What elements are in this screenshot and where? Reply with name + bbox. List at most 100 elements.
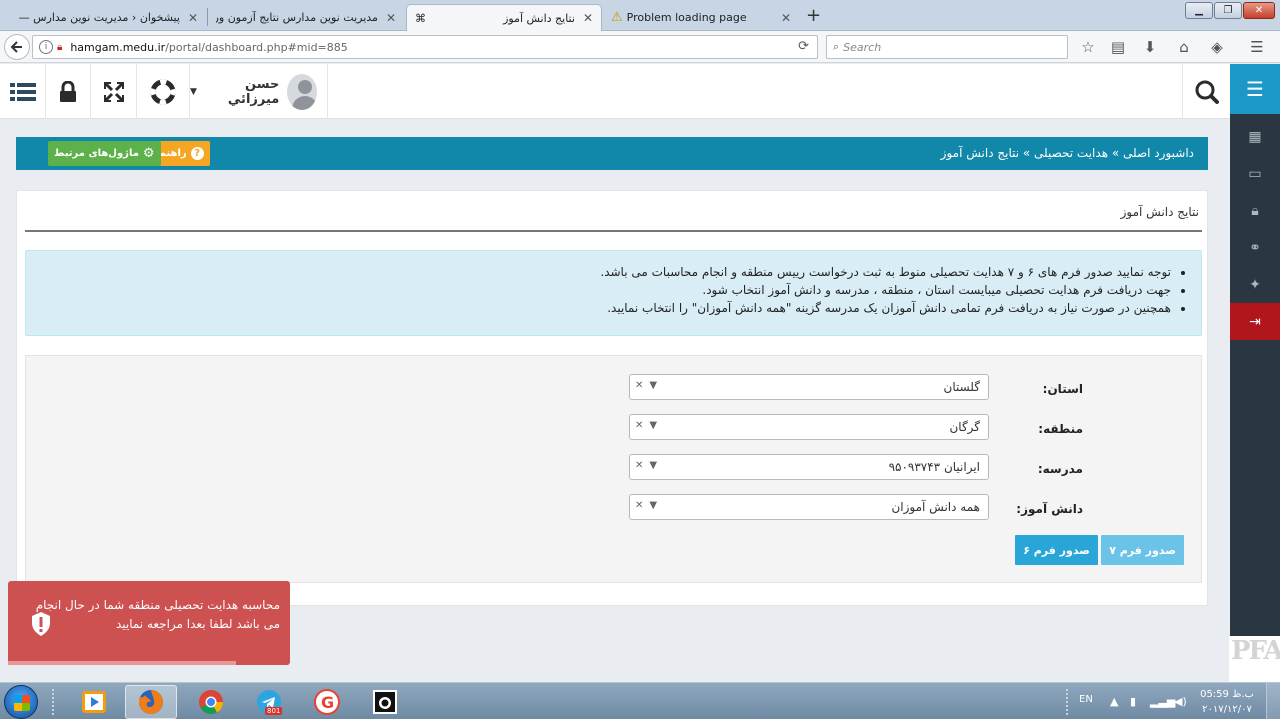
region-value: گرگان [949,420,980,434]
url-domain: hamgam.medu.ir [70,40,166,54]
tab-problem-loading[interactable]: ⚠ Problem loading page ✕ [603,4,799,31]
media-player-icon [82,691,106,713]
back-arrow-icon [10,41,22,53]
clear-icon[interactable]: ✕ [635,460,643,471]
new-tab-button[interactable]: + [806,5,821,26]
fullscreen-button[interactable] [91,64,137,119]
school-value: ایرانیان ۹۵۰۹۳۷۴۳ [888,460,980,474]
note-item: جهت دریافت فرم هدایت تحصیلی میبایست استا… [26,281,1171,299]
tab-pishkhan[interactable]: پیشخوان ‹ مدیریت نوین مدارس — ✕ [0,4,206,31]
sidebar-item-apps[interactable]: ▦ [1230,118,1280,155]
list-menu-button[interactable] [0,64,46,119]
reload-icon[interactable]: ⟳ [798,39,809,54]
related-modules-button[interactable]: ⚙ ماژول‌های مرتبط [48,141,161,166]
app-header: ▼ حسن میرزائي [0,64,1230,119]
filter-form: استان: گلستان ▼ ✕ منطقه: گرگان ▼ ✕ مدرسه: … [25,355,1202,583]
menu-icon[interactable]: ☰ [1247,37,1267,57]
list-icon [9,82,36,101]
sidebar-item-links[interactable]: ⚭ [1230,229,1280,266]
taskbar-clock[interactable]: 05:59 ب.ظ ۲۰۱۷/۱۲/۰۷ [1196,687,1258,717]
tab-close-icon[interactable]: ✕ [781,11,791,25]
breadcrumb[interactable]: داشبورد اصلی » هدایت تحصیلی » نتایج دانش… [941,146,1194,160]
user-menu[interactable]: ▼ حسن میرزائي [190,64,328,119]
province-select[interactable]: گلستان ▼ ✕ [629,374,989,400]
user-name: حسن میرزائي [227,76,280,107]
watermark-logo: PFA [1229,636,1280,682]
results-panel: نتایج دانش آموز توجه نمایید صدور فرم های… [16,190,1208,606]
start-button[interactable] [4,685,38,719]
tray-arrow-icon[interactable]: ▲ [1110,695,1118,708]
chevron-down-icon[interactable]: ▼ [649,500,657,511]
sidebar-item-desktop[interactable]: ▭ [1230,155,1280,192]
school-select[interactable]: ایرانیان ۹۵۰۹۳۷۴۳ ▼ ✕ [629,454,989,480]
help-button-label: راهنما [156,148,187,159]
taskbar-screenshot-app[interactable] [359,685,411,719]
clear-icon[interactable]: ✕ [635,420,643,431]
bookmark-star-icon[interactable]: ☆ [1078,37,1098,57]
taskbar-telegram[interactable]: 801 [243,685,295,719]
camera-icon [373,690,397,714]
link-icon: ⚭ [1249,239,1261,256]
info-icon[interactable]: i [39,40,53,54]
tab-title: پیشخوان ‹ مدیریت نوین مدارس — [18,11,180,24]
taskbar-media-player[interactable] [68,685,120,719]
firefox-icon [138,690,163,714]
taskbar-chrome[interactable] [185,685,237,719]
issue-form-6-button[interactable]: صدور فرم ۶ [1015,535,1098,565]
grid-icon: ▦ [1248,128,1262,145]
volume-icon[interactable]: ◀) [1174,695,1187,708]
divider [25,230,1202,232]
pocket-icon[interactable]: ◈ [1207,37,1227,57]
tab-modiriat[interactable]: مدیریت نوین مدارس نتایج آزمون ور ✕ [208,4,404,31]
search-bar[interactable]: ⌕ Search [826,35,1068,59]
clear-icon[interactable]: ✕ [635,380,643,391]
clear-icon[interactable]: ✕ [635,500,643,511]
chevron-down-icon[interactable]: ▼ [649,460,657,471]
lock-icon [60,80,76,102]
province-value: گلستان [943,380,980,394]
back-button[interactable] [4,34,30,60]
reading-list-icon[interactable]: ▤ [1108,37,1128,57]
home-icon[interactable]: ⌂ [1174,37,1194,57]
support-button[interactable] [137,64,190,119]
error-toast[interactable]: محاسبه هدایت تحصیلی منطقه شما در حال انج… [8,581,290,665]
student-select[interactable]: همه دانش آموزان ▼ ✕ [629,494,989,520]
url-bar[interactable]: i 🔒︎ hamgam.medu.ir /portal/dashboard.ph… [32,35,818,59]
region-select[interactable]: گرگان ▼ ✕ [629,414,989,440]
battery-icon[interactable]: ▮ [1130,695,1136,708]
logout-icon: ⇥ [1249,313,1261,330]
minimize-button[interactable]: ▁ [1185,2,1213,19]
panel-title: نتایج دانش آموز [1120,205,1199,219]
info-alert: توجه نمایید صدور فرم های ۶ و ۷ هدایت تحص… [25,250,1202,336]
tab-natayej-active[interactable]: ⌘ نتایج دانش آموز ✕ [406,4,602,31]
search-icon: ⌕ [833,40,840,53]
tab-close-icon[interactable]: ✕ [188,11,198,25]
show-desktop-button[interactable] [1266,683,1280,719]
sidebar-item-logout[interactable]: ⇥ [1230,303,1280,340]
taskbar-firefox[interactable] [125,685,177,719]
right-sidebar: ☰ ▦ ▭ 🔒︎ ⚭ ✦ ⇥ [1230,64,1280,683]
chevron-down-icon[interactable]: ▼ [649,420,657,431]
chevron-down-icon: ▼ [190,86,197,97]
issue-form-7-button[interactable]: صدور فرم ۷ [1101,535,1184,565]
clock-date: ۲۰۱۷/۱۲/۰۷ [1202,704,1252,715]
network-signal-icon[interactable]: ▂▃▅ [1150,695,1175,708]
chevron-down-icon[interactable]: ▼ [649,380,657,391]
download-icon[interactable]: ⬇ [1140,37,1160,57]
taskbar-google[interactable]: G [301,685,353,719]
toast-progress-bar [8,661,236,665]
tab-close-icon[interactable]: ✕ [583,11,593,25]
chrome-icon [199,690,223,715]
maximize-button[interactable]: ❐ [1214,2,1242,19]
sidebar-toggle-button[interactable]: ☰ [1230,64,1280,114]
school-label: مدرسه: [1037,462,1083,476]
window-close-button[interactable]: ✕ [1243,2,1275,19]
header-search-button[interactable] [1182,64,1230,119]
student-value: همه دانش آموزان [891,500,980,514]
language-indicator[interactable]: EN [1079,694,1093,705]
sidebar-item-tips[interactable]: ✦ [1230,266,1280,303]
tab-close-icon[interactable]: ✕ [386,11,396,25]
sidebar-item-security[interactable]: 🔒︎ [1230,192,1280,229]
lock-screen-button[interactable] [46,64,91,119]
lifebuoy-icon [150,79,176,104]
